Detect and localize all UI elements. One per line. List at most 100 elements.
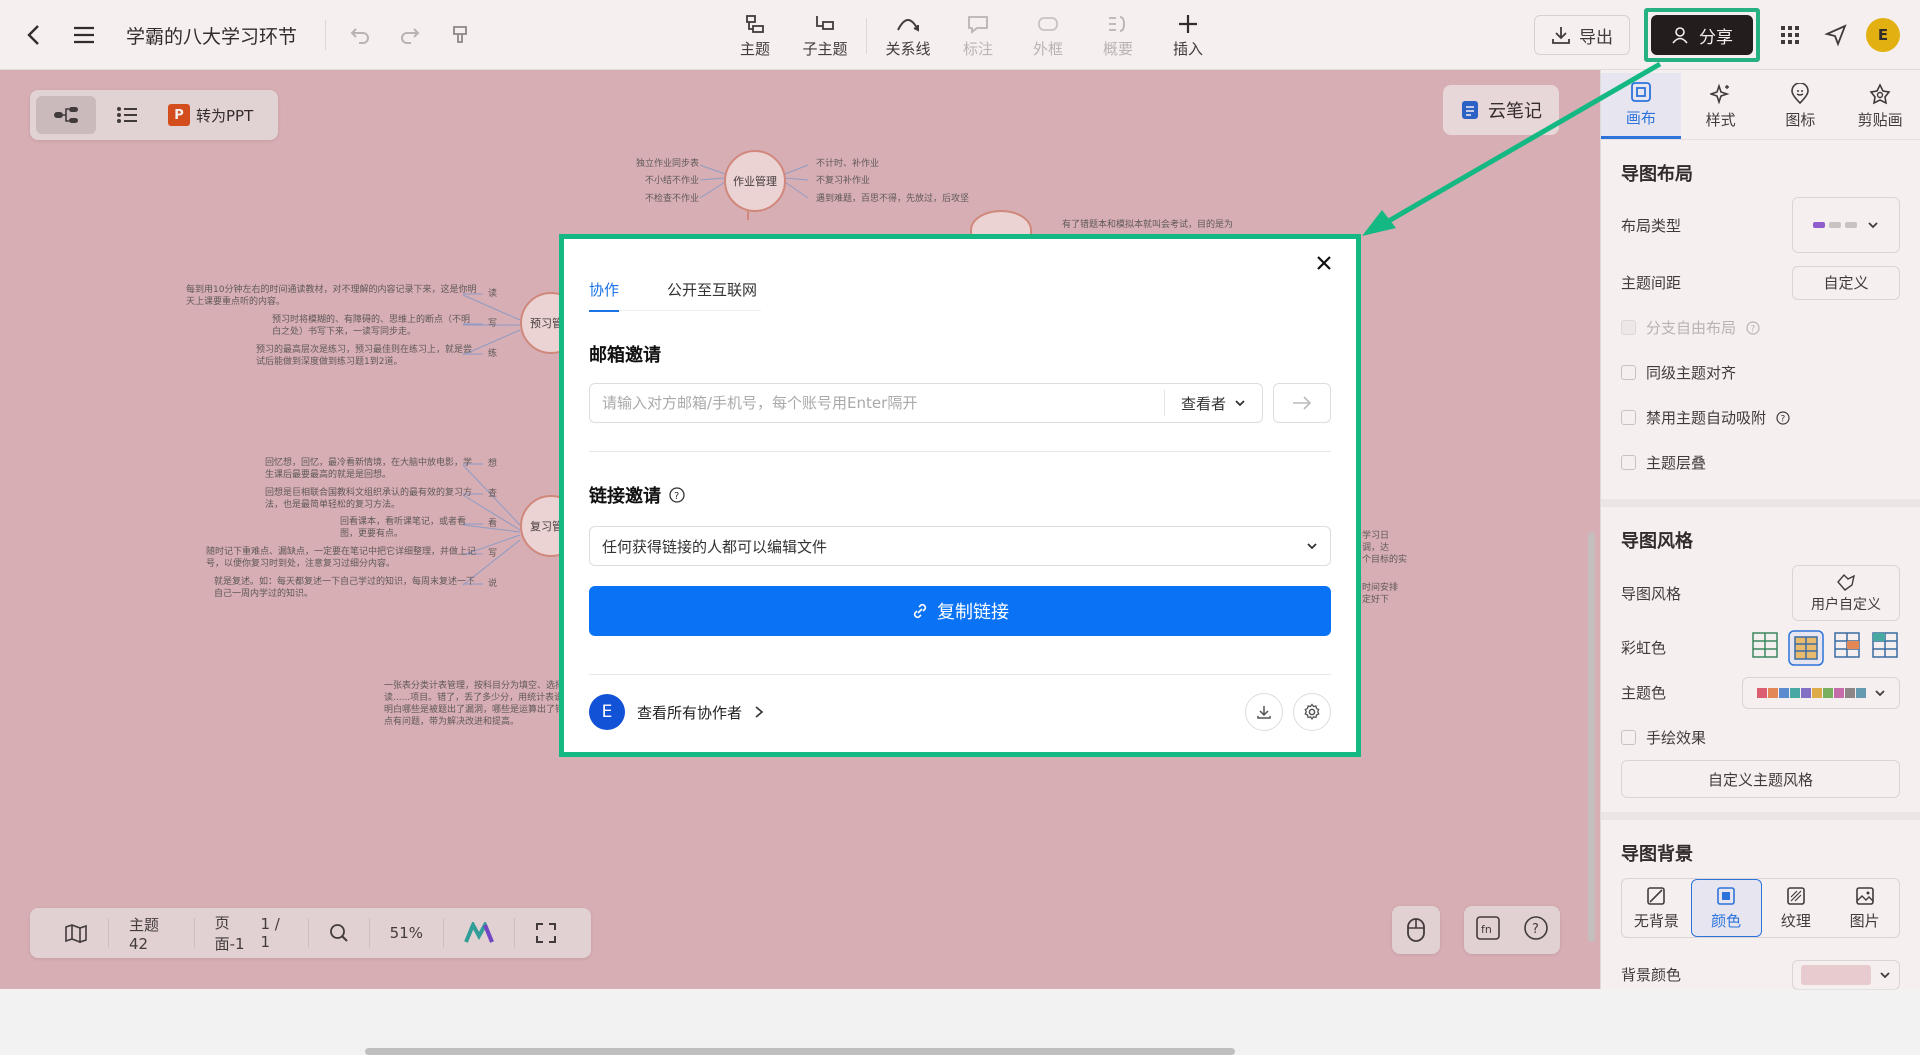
section-title: 导图布局 — [1621, 164, 1693, 185]
tab-clipart[interactable]: 剪贴画 — [1840, 73, 1920, 139]
tab-canvas[interactable]: 画布 — [1601, 73, 1681, 139]
email-input[interactable] — [590, 384, 1164, 422]
layout-preview-icon — [1813, 222, 1857, 228]
tool-frame[interactable]: 外框 — [1013, 8, 1083, 64]
tool-topic[interactable]: 主题 — [720, 8, 790, 64]
share-highlight: 分享 — [1644, 8, 1760, 62]
tab-icons[interactable]: 图标 — [1761, 73, 1841, 139]
function-icon[interactable]: fn — [1475, 915, 1501, 945]
no-bg-icon — [1647, 886, 1666, 905]
download-button[interactable] — [1245, 693, 1283, 731]
doc-title[interactable]: 学霸的八大学习环节 — [126, 22, 297, 49]
bg-option-texture[interactable]: 纹理 — [1762, 879, 1831, 937]
redo-icon[interactable] — [394, 19, 426, 51]
menu-icon[interactable] — [68, 19, 100, 51]
user-avatar[interactable]: E — [1866, 18, 1900, 52]
back-icon[interactable] — [18, 19, 50, 51]
ai-button[interactable] — [444, 918, 515, 948]
tab-style[interactable]: 样式 — [1681, 73, 1761, 139]
page-label: 页面-1 — [214, 914, 245, 953]
tool-label: 标注 — [962, 39, 993, 58]
divider — [589, 451, 1331, 452]
custom-style-button[interactable]: 自定义主题风格 — [1621, 760, 1900, 798]
theme-color-select[interactable] — [1742, 676, 1900, 709]
mm-text: 遇到难题，百思不得，先放过，后攻坚 — [816, 194, 970, 204]
copy-link-label: 复制链接 — [937, 602, 1009, 623]
search-button[interactable] — [309, 918, 370, 948]
check-align-siblings[interactable]: 同级主题对齐 — [1621, 350, 1900, 395]
send-invite-button[interactable] — [1273, 383, 1331, 423]
mm-text: 定好下 — [1362, 595, 1390, 605]
check-disable-snap[interactable]: 禁用主题自动吸附 ? — [1621, 395, 1900, 440]
help-icon[interactable]: ? — [1523, 915, 1549, 945]
page-indicator[interactable]: 页面-1 1 / 1 — [195, 914, 309, 953]
bg-option-image[interactable]: 图片 — [1830, 879, 1899, 937]
link-permission-select[interactable]: 任何获得链接的人都可以编辑文件 — [589, 526, 1331, 566]
tool-summary[interactable]: 概要 — [1083, 8, 1153, 64]
map-overview-button[interactable] — [44, 918, 109, 948]
close-button[interactable] — [1312, 251, 1336, 275]
view-collaborators[interactable]: E 查看所有协作者 — [589, 694, 764, 730]
map-icon — [65, 924, 87, 943]
rainbow-option-4[interactable] — [1870, 630, 1900, 660]
checkbox[interactable] — [1621, 730, 1636, 745]
rainbow-option-3[interactable] — [1832, 630, 1862, 660]
link-section-title: 链接邀请 ? — [589, 482, 1331, 508]
share-button[interactable]: 分享 — [1651, 15, 1753, 55]
bg-option-color[interactable]: 颜色 — [1690, 879, 1762, 937]
tab-label: 图标 — [1785, 110, 1816, 129]
bg-option-none[interactable]: 无背景 — [1622, 879, 1691, 937]
checkbox[interactable] — [1621, 455, 1636, 470]
rainbow-option-1[interactable] — [1750, 630, 1780, 660]
tab-collaborate[interactable]: 协作 — [589, 279, 620, 312]
mm-text: 独立作业同步表 — [636, 159, 700, 169]
check-label: 手绘效果 — [1646, 729, 1707, 747]
zoom-level[interactable]: 51% — [370, 918, 444, 948]
mm-text: 点有问题，带为解决改进和提高。 — [384, 717, 520, 727]
export-button[interactable]: 导出 — [1534, 15, 1630, 55]
checkbox[interactable] — [1621, 410, 1636, 425]
horizontal-scrollbar[interactable] — [365, 1048, 1235, 1055]
role-value: 查看者 — [1180, 394, 1226, 413]
theme-color-swatch — [1855, 687, 1866, 698]
mm-text: 每到用10分钟左右的时间通读教材，对不理解的内容记录下来，这是你明 — [186, 285, 477, 295]
send-icon[interactable] — [1820, 19, 1852, 51]
mm-text: 回想是巨相联合国教科文组织承认的最有效的复习方 — [265, 488, 473, 498]
apps-grid-icon[interactable] — [1774, 19, 1806, 51]
node-homework[interactable]: 作业管理 — [724, 150, 786, 212]
share-label: 分享 — [1699, 27, 1733, 48]
tab-public[interactable]: 公开至互联网 — [667, 279, 757, 311]
dialog-footer: E 查看所有协作者 — [589, 674, 1331, 731]
vertical-scrollbar[interactable] — [1588, 532, 1595, 942]
check-hand-drawn[interactable]: 手绘效果 — [1621, 715, 1900, 760]
rainbow-option-2[interactable] — [1788, 629, 1824, 666]
tool-relation-line[interactable]: 关系线 — [873, 8, 943, 64]
section-separator — [1601, 499, 1920, 507]
tool-subtopic[interactable]: 子主题 — [790, 8, 860, 64]
mm-text: 随时记下重难点、漏缺点，一定要在笔记中把它详细整理，并做上记 — [206, 547, 477, 557]
checkbox[interactable] — [1621, 365, 1636, 380]
style-select[interactable]: 用户自定义 — [1792, 565, 1900, 621]
check-topic-overlap[interactable]: 主题层叠 — [1621, 440, 1900, 485]
check-free-layout[interactable]: 分支自由布局 ? — [1621, 305, 1900, 350]
format-painter-icon[interactable] — [444, 19, 476, 51]
mm-text: 个目标的实 — [1362, 555, 1408, 565]
layout-type-select[interactable] — [1792, 197, 1900, 253]
role-select[interactable]: 查看者 — [1163, 390, 1262, 416]
undo-icon[interactable] — [344, 19, 376, 51]
tool-insert[interactable]: 插入 — [1153, 8, 1223, 64]
tool-comment[interactable]: 标注 — [943, 8, 1013, 64]
svg-text:?: ? — [1532, 922, 1539, 937]
topic-spacing-button[interactable]: 自定义 — [1792, 265, 1900, 300]
mouse-mode-button[interactable] — [1392, 906, 1440, 954]
top-toolbar: 学霸的八大学习环节 主题 子主题 关系线 标注 外框 概要 插入 导出 分享 E — [0, 0, 1920, 70]
theme-color-swatch — [1800, 687, 1811, 698]
copy-link-button[interactable]: 复制链接 — [589, 586, 1331, 636]
settings-button[interactable] — [1293, 693, 1331, 731]
fullscreen-button[interactable] — [515, 918, 577, 948]
mm-text: 查 — [488, 489, 498, 499]
gear-icon — [1304, 703, 1320, 720]
help-icon[interactable]: ? — [669, 487, 685, 503]
bg-color-select[interactable] — [1792, 959, 1900, 990]
checkbox[interactable] — [1621, 320, 1636, 335]
